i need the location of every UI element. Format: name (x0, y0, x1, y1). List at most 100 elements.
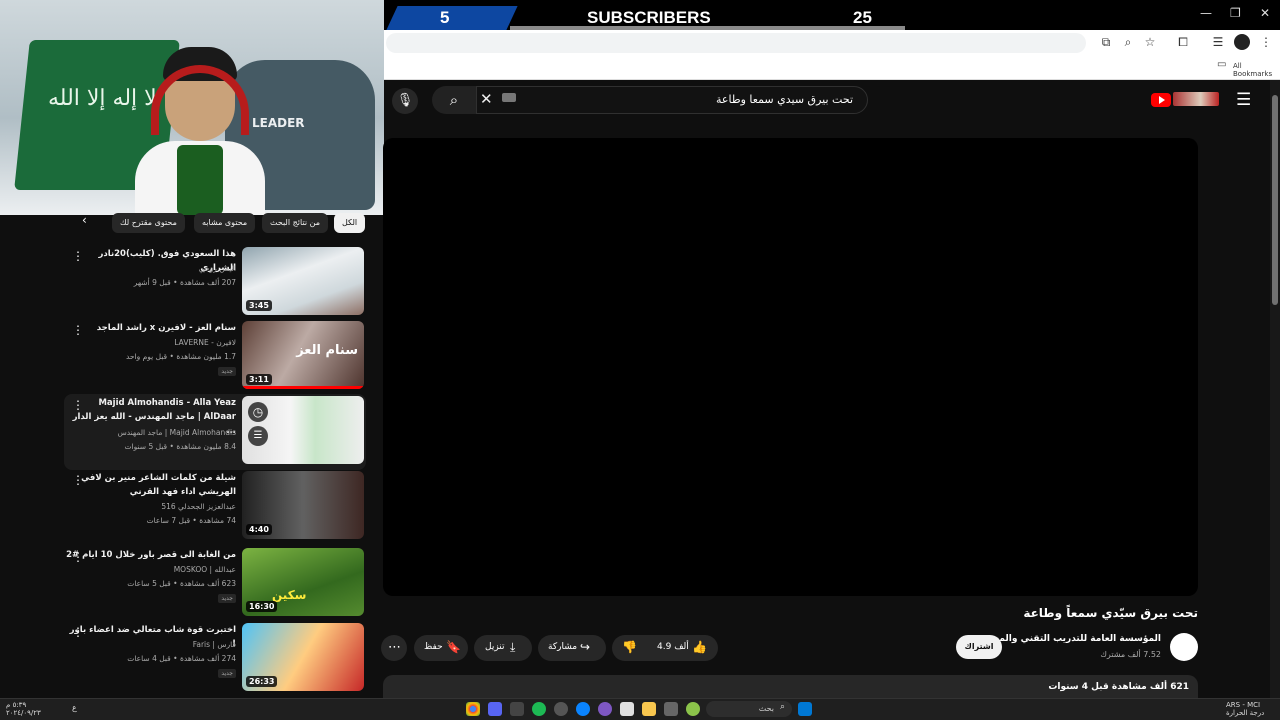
star-icon[interactable]: ☆ (1142, 34, 1158, 50)
new-badge: جديد (218, 669, 236, 678)
watch-later-icon[interactable]: ◷ (248, 402, 268, 422)
app-icon[interactable] (554, 702, 568, 716)
channel-name[interactable]: فارس | Faris (66, 640, 236, 649)
new-badge: جديد (218, 594, 236, 603)
search-icon: ⌕ (780, 702, 786, 712)
streamer (135, 45, 265, 215)
share-label: مشاركة (548, 642, 578, 652)
subscriber-goal: 25 (853, 8, 872, 27)
download-icon: ⤓ (510, 640, 516, 654)
thumbs-down-icon[interactable]: 👎 (622, 640, 637, 654)
minimize-icon[interactable]: — (1200, 6, 1212, 20)
start-icon[interactable] (798, 702, 812, 716)
more-horiz-icon: ⋯ (388, 640, 401, 655)
clear-search-icon[interactable]: ✕ (480, 90, 493, 108)
list-item[interactable]: ⋮ اختبرت قوة شاب متعالي ضد اعضاء باور ! … (66, 623, 366, 695)
store-icon[interactable] (620, 702, 634, 716)
bookmarks-bar (384, 56, 1280, 80)
add-to-queue-icon[interactable]: ☰ (248, 426, 268, 446)
video-player[interactable] (383, 138, 1198, 596)
save-label: حفظ (424, 642, 443, 652)
chip-recommended[interactable]: محتوى مقترح لك (112, 213, 185, 233)
share-icon: ↪ (580, 640, 591, 654)
list-item[interactable]: ⋮ Majid Almohandis - Alla Yeaz AlDaar | … (66, 396, 366, 468)
like-count[interactable]: 4.9 ألف (657, 642, 689, 652)
edge-icon[interactable] (576, 702, 590, 716)
widgets-icon[interactable] (686, 702, 700, 716)
duration: 4:40 (246, 524, 272, 535)
search-icon[interactable]: ⌕ (432, 86, 476, 114)
video-thumbnail[interactable]: ◷ ☰ (242, 396, 364, 464)
weather[interactable]: ARS - MCI درجة الحرارة (1226, 701, 1264, 717)
video-title[interactable]: شيلة من كلمات الشاعر منير بن لافي الهريش… (66, 471, 236, 499)
video-title-main: تحت بيرق سيّدي سمعاً وطاعة (1023, 606, 1198, 620)
channel-name[interactable]: لافيرن - LAVERNE (66, 338, 236, 347)
file-explorer-icon[interactable] (642, 702, 656, 716)
list-item[interactable]: ⋮ سنام العز - لافيرن x راشد الماجد لافير… (66, 321, 366, 393)
folder-icon: ▭ (1217, 59, 1227, 70)
video-meta: 274 ألف مشاهدة • قبل 4 ساعات (127, 654, 236, 663)
video-thumbnail[interactable]: سكين 16:30 (242, 548, 364, 616)
video-thumbnail[interactable]: 26:33 (242, 623, 364, 691)
chrome-icon[interactable] (466, 702, 480, 716)
more-icon[interactable]: ⋮ (1258, 34, 1274, 50)
language-indicator[interactable]: ع (72, 703, 77, 712)
spotify-icon[interactable] (532, 702, 546, 716)
chip-all[interactable]: الكل (334, 213, 366, 233)
search-input[interactable]: تحت بيرق سيدي سمعا وطاعة (476, 86, 868, 114)
list-item[interactable]: ⋮ من الغابة الى قصر باور خلال 10 ايام #2… (66, 548, 366, 620)
chip-from-search[interactable]: من نتائج البحث (262, 213, 329, 233)
clock[interactable]: ٥:٣٩ م ٢٠٢٤/٠٩/٢٣ (6, 701, 41, 717)
task-view-icon[interactable] (664, 702, 678, 716)
thumbs-up-icon[interactable]: 👍 (692, 640, 707, 654)
subscriber-count-main: 7.52 ألف مشترك (1100, 650, 1161, 659)
app2-icon[interactable] (598, 702, 612, 716)
subscriber-label: SUBSCRIBERS (587, 8, 711, 27)
video-title[interactable]: من الغابة الى قصر باور خلال 10 ايام #2 (66, 548, 236, 562)
youtube-logo[interactable] (1151, 93, 1171, 107)
channel-name[interactable]: عبدالله | MOSKOO (66, 565, 236, 574)
video-meta: 207 ألف مشاهدة • قبل 9 أشهر (133, 278, 236, 287)
bookmark-icon: 🔖 (446, 640, 461, 654)
install-icon[interactable]: ⧉ (1098, 34, 1114, 50)
duration: 26:33 (246, 676, 278, 687)
duration: 3:45 (246, 300, 272, 311)
description-meta: 621 ألف مشاهدة قبل 4 سنوات (1048, 682, 1189, 692)
channel-avatar[interactable] (1170, 633, 1198, 661)
channel-name-main[interactable]: المؤسسة العامة للتدريب التقني والمهني (980, 634, 1161, 644)
video-title[interactable]: سنام العز - لافيرن x راشد الماجد (66, 321, 236, 335)
discord-icon[interactable] (488, 702, 502, 716)
profile-avatar[interactable] (1234, 34, 1250, 50)
chevron-left-icon[interactable]: ‹ (82, 213, 87, 227)
chip-similar[interactable]: محتوى مشابه (194, 213, 256, 233)
chair-logo: LEADER (252, 116, 305, 130)
scrollbar-thumb[interactable] (1272, 95, 1278, 305)
channel-name[interactable]: اليمن روحي (66, 264, 236, 273)
video-thumbnail[interactable]: 4:40 (242, 471, 364, 539)
new-badge: جديد (218, 367, 236, 376)
extensions-icon[interactable]: ⧠ (1175, 34, 1191, 50)
obs-icon[interactable] (510, 702, 524, 716)
list-item[interactable]: ⋮ هذا السعودي فوق. (كليب)20نادر الشراري … (66, 247, 366, 319)
mic-icon[interactable]: 🎙 (392, 88, 418, 114)
channel-name[interactable]: Majid Almohandis | ماجد المهندس (66, 428, 236, 437)
video-thumbnail[interactable]: 3:45 (242, 247, 364, 315)
flag-text: لا إله إلا الله (48, 86, 157, 111)
keyboard-icon[interactable] (502, 93, 516, 102)
channel-name[interactable]: عبدالعزيز الجحدلي 516 (66, 502, 236, 511)
video-meta: 8.4 مليون مشاهدة • قبل 5 سنوات (124, 442, 236, 451)
zoom-icon[interactable]: ⌕ (1120, 34, 1136, 50)
video-thumbnail[interactable]: سنام العز 3:11 (242, 321, 364, 389)
video-meta: 1.7 مليون مشاهدة • قبل يوم واحد (125, 352, 236, 361)
list-item[interactable]: ⋮ شيلة من كلمات الشاعر منير بن لافي الهر… (66, 471, 366, 543)
menu-icon[interactable]: ☰ (1236, 90, 1251, 110)
close-icon[interactable]: ✕ (1260, 6, 1270, 20)
address-bar[interactable] (386, 33, 1086, 53)
subscriber-count-bg (386, 6, 518, 30)
weather-location: ARS - MCI (1226, 701, 1261, 709)
youtube-brand-doodle[interactable] (1173, 92, 1219, 106)
maximize-icon[interactable]: ❐ (1230, 6, 1241, 20)
reading-list-icon[interactable]: ☰ (1210, 34, 1226, 50)
subscribe-button[interactable]: اشتراك (956, 635, 1002, 659)
all-bookmarks[interactable]: All Bookmarks (1233, 62, 1280, 78)
